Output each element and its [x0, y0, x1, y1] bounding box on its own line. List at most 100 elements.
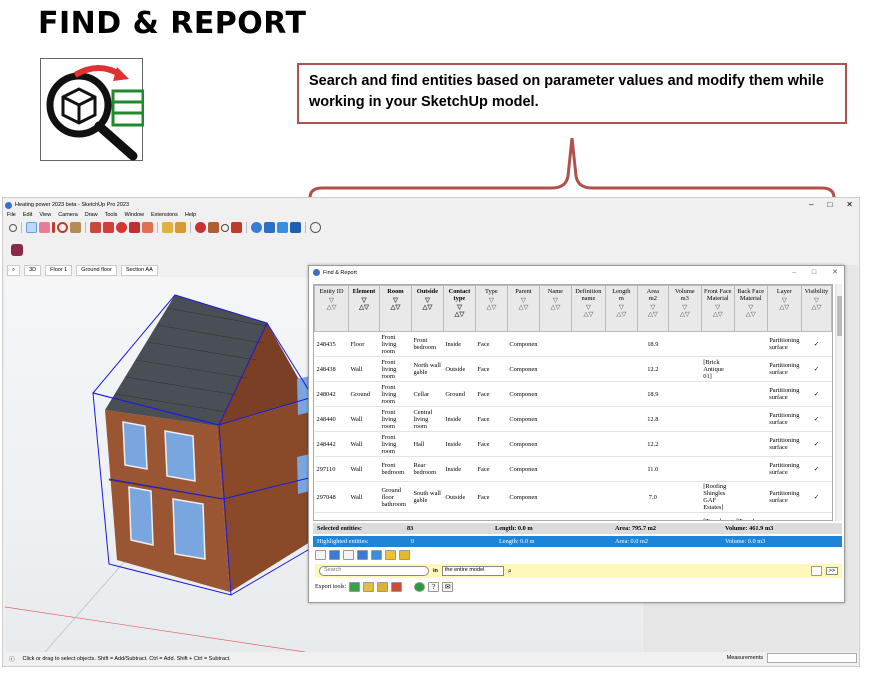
dialog-minimize-button[interactable]: –	[792, 268, 796, 276]
filter-sort-icon[interactable]: ▽ △▽	[445, 304, 474, 318]
help-icon[interactable]: ?	[428, 582, 440, 592]
filter-sort-icon[interactable]: ▽ △▽	[316, 297, 347, 311]
warehouse-icon[interactable]	[251, 222, 262, 233]
export-report-icon[interactable]	[377, 582, 389, 592]
menu-view[interactable]: View	[39, 212, 51, 218]
column-header[interactable]: Length m ▽ △▽	[604, 285, 638, 332]
filter-sort-icon[interactable]: ▽ △▽	[607, 304, 636, 318]
menu-edit[interactable]: Edit	[23, 212, 32, 218]
scale-tool-icon[interactable]	[129, 222, 140, 233]
user-account-icon[interactable]	[310, 222, 321, 233]
email-icon[interactable]: ✉	[442, 582, 454, 592]
filter-sort-icon[interactable]: ▽ △▽	[350, 297, 378, 311]
push-pull-icon[interactable]	[90, 222, 101, 233]
column-header[interactable]: Back Face Material ▽ △▽	[733, 285, 768, 332]
table-row[interactable]: 248442 Wall Front living room Hall Inside Fac…	[314, 431, 832, 457]
refresh-icon[interactable]	[315, 550, 326, 560]
extension-icon-1[interactable]	[264, 222, 275, 233]
extension-icon-3[interactable]	[290, 222, 301, 233]
tab-section-aa[interactable]: Section AA	[120, 265, 158, 276]
minimize-button[interactable]: –	[809, 200, 813, 209]
pan-tool-icon[interactable]	[208, 222, 219, 233]
zoom-tool-icon[interactable]	[221, 223, 229, 232]
filter-sort-icon[interactable]: ▽ △▽	[573, 304, 604, 318]
search-icon[interactable]	[9, 223, 17, 232]
table-row[interactable]: 297048 Wall Ground floor bathroom South wal…	[314, 481, 832, 513]
search-scenes-icon[interactable]: ⌕	[7, 265, 21, 276]
tab-floor-1[interactable]: Floor 1	[45, 265, 73, 276]
menu-camera[interactable]: Camera	[58, 212, 78, 218]
export-excel-icon[interactable]	[349, 582, 361, 592]
menu-tools[interactable]: Tools	[105, 212, 118, 218]
search-icon[interactable]: ⌕	[508, 567, 512, 576]
column-header[interactable]: Layer ▽ △▽	[766, 285, 802, 332]
close-button[interactable]: ✕	[846, 200, 853, 209]
column-header[interactable]: Entity ID ▽ △▽	[314, 285, 349, 332]
column-header[interactable]: Room ▽ △▽	[378, 285, 412, 332]
orbit-tool-icon[interactable]	[195, 222, 206, 233]
export-html-icon[interactable]	[391, 582, 403, 592]
next-button[interactable]: >>	[825, 567, 838, 575]
column-header[interactable]: Visibility ▽ △▽	[800, 285, 832, 332]
column-header[interactable]: Contact type ▽ △▽	[442, 285, 476, 332]
arc-tool-icon[interactable]	[57, 222, 68, 233]
search-input[interactable]: Search	[319, 566, 429, 576]
move-tool-icon[interactable]	[103, 222, 114, 233]
zoom-to-icon[interactable]	[810, 566, 822, 576]
extension-icon-2[interactable]	[277, 222, 288, 233]
menu-window[interactable]: Window	[124, 212, 144, 218]
filter-sort-icon[interactable]: ▽ △▽	[769, 297, 800, 311]
column-header[interactable]: Front Face Material ▽ △▽	[700, 285, 735, 332]
filter-sort-icon[interactable]: ▽ △▽	[509, 297, 538, 311]
table-row[interactable]: 248438 Wall Front living room North wall ga…	[314, 356, 832, 382]
tab-ground-floor[interactable]: Ground floor	[76, 265, 117, 276]
deselect-icon[interactable]	[343, 550, 354, 560]
zoom-selection-icon[interactable]	[371, 550, 382, 560]
table-row[interactable]: 297076DoorGroundFrontOutsideFaceComponen…	[314, 512, 832, 520]
column-header[interactable]: Name ▽ △▽	[538, 285, 572, 332]
filter-sort-icon[interactable]: ▽ △▽	[381, 297, 410, 311]
invert-selection-icon[interactable]	[357, 550, 368, 560]
paint-bucket-icon[interactable]	[175, 222, 186, 233]
export-csv-icon[interactable]	[363, 582, 375, 592]
column-header[interactable]: Outside ▽ △▽	[410, 285, 444, 332]
filter-sort-icon[interactable]: ▽ △▽	[477, 297, 506, 311]
dialog-maximize-button[interactable]: □	[812, 268, 816, 276]
find-report-toolbar-icon[interactable]	[11, 244, 23, 256]
filter-sort-icon[interactable]: ▽ △▽	[413, 297, 442, 311]
table-row[interactable]: 248435 Floor Front living room Front bedroo…	[314, 331, 832, 357]
menu-help[interactable]: Help	[185, 212, 196, 218]
column-header[interactable]: Element ▽ △▽	[347, 285, 380, 332]
filter-sort-icon[interactable]: ▽ △▽	[803, 297, 830, 311]
select-all-icon[interactable]	[329, 550, 340, 560]
shape-tool-icon[interactable]	[70, 222, 81, 233]
line-tool-icon[interactable]	[52, 222, 55, 233]
tape-measure-icon[interactable]	[162, 222, 173, 233]
menu-extensions[interactable]: Extensions	[151, 212, 178, 218]
filter-sort-icon[interactable]: ▽ △▽	[541, 297, 570, 311]
folder-icon[interactable]	[385, 550, 396, 560]
filter-sort-icon[interactable]: ▽ △▽	[670, 304, 700, 318]
filter-sort-icon[interactable]: ▽ △▽	[703, 304, 733, 318]
table-row[interactable]: 248440 Wall Front living room Central livin…	[314, 406, 832, 432]
settings-icon[interactable]	[414, 582, 426, 592]
table-scrollbar[interactable]	[835, 284, 842, 521]
maximize-button[interactable]: □	[827, 200, 832, 209]
zoom-extents-icon[interactable]	[231, 222, 242, 233]
column-header[interactable]: Parent ▽ △▽	[506, 285, 540, 332]
table-row[interactable]: 248042 Ground Front living room Cellar Groun…	[314, 381, 832, 407]
measurements-input[interactable]	[767, 653, 857, 663]
menu-file[interactable]: File	[7, 212, 16, 218]
select-tool-icon[interactable]	[26, 222, 37, 233]
offset-tool-icon[interactable]	[142, 222, 153, 233]
menu-draw[interactable]: Draw	[85, 212, 98, 218]
eraser-tool-icon[interactable]	[39, 222, 50, 233]
open-folder-icon[interactable]	[399, 550, 410, 560]
dialog-close-button[interactable]: ✕	[832, 268, 838, 276]
column-header[interactable]: Volume m3 ▽ △▽	[667, 285, 702, 332]
filter-sort-icon[interactable]: ▽ △▽	[639, 304, 667, 318]
column-header[interactable]: Type ▽ △▽	[474, 285, 508, 332]
column-header[interactable]: Area m2 ▽ △▽	[636, 285, 669, 332]
rotate-tool-icon[interactable]	[116, 222, 127, 233]
column-header[interactable]: Definition name ▽ △▽	[570, 285, 606, 332]
